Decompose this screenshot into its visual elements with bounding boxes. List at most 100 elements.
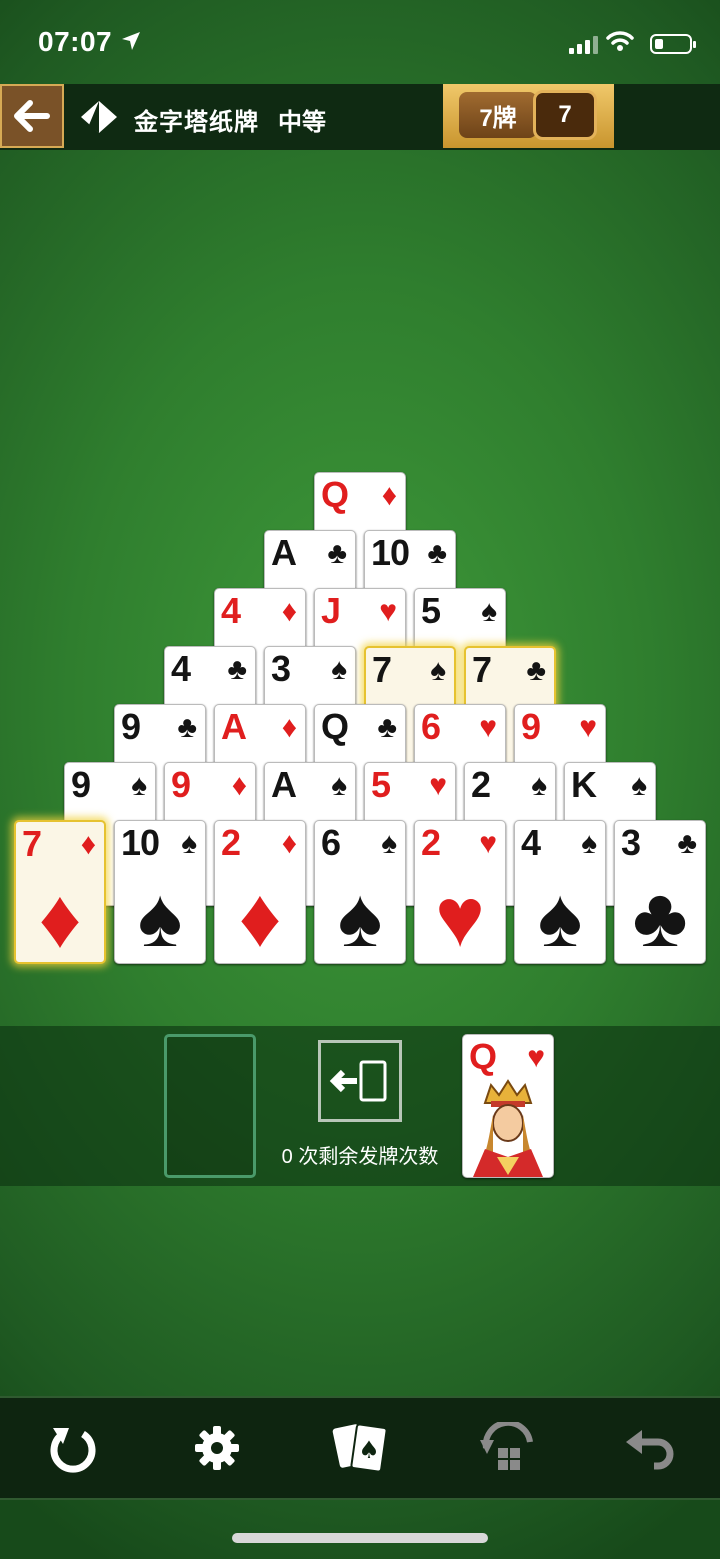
card-suit: ♦ <box>80 828 96 861</box>
card-rank: 3 <box>271 648 291 689</box>
difficulty-label: 中等 <box>278 109 326 136</box>
card-suit: ♣ <box>177 711 197 744</box>
card-rank: A <box>271 532 297 573</box>
card-rank: K <box>571 764 597 805</box>
card-suit: ♠ <box>531 769 547 802</box>
location-arrow-icon <box>120 30 142 58</box>
new-deal-icon: ♠ <box>332 1423 388 1473</box>
card-suit-large: ♥ <box>435 870 485 964</box>
pyramid-card[interactable]: 6 ♠ ♠ <box>314 820 406 964</box>
card-rank: 10 <box>121 822 160 863</box>
card-suit: ♥ <box>579 711 597 744</box>
card-suit: ♣ <box>526 654 546 687</box>
card-suit-large: ♣ <box>632 870 688 964</box>
card-suit: ♠ <box>481 595 497 628</box>
status-bar: 07:07 <box>0 0 720 84</box>
card-suit: ♦ <box>281 595 297 628</box>
card-suit: ♠ <box>631 769 647 802</box>
arrow-left-icon <box>14 100 50 132</box>
card-rank: 6 <box>421 706 441 747</box>
card-suit: ♥ <box>379 595 397 628</box>
card-suit: ♠ <box>331 769 347 802</box>
card-rank: 7 <box>22 823 42 864</box>
card-rank: 5 <box>371 764 391 805</box>
hint-button[interactable] <box>478 1418 538 1478</box>
restart-icon <box>50 1428 96 1473</box>
card-rank: 2 <box>471 764 491 805</box>
pyramid-card[interactable]: 2 ♥ ♥ <box>414 820 506 964</box>
card-rank: 7 <box>372 649 392 690</box>
card-rank: Q <box>469 1036 497 1077</box>
card-suit: ♠ <box>581 827 597 860</box>
card-suit: ♠ <box>430 654 446 687</box>
card-rank: 5 <box>421 590 441 631</box>
card-suit: ♠ <box>381 827 397 860</box>
top-bar: 金字塔纸牌 中等 7牌 7 <box>0 84 720 150</box>
card-suit: ♣ <box>377 711 397 744</box>
card-rank: Q <box>321 474 349 515</box>
card-suit: ♣ <box>677 827 697 860</box>
pyramid-game-icon <box>80 100 118 139</box>
card-suit: ♥ <box>479 711 497 744</box>
pyramid-card[interactable]: 10 ♠ ♠ <box>114 820 206 964</box>
card-suit: ♠ <box>331 653 347 686</box>
waste-card[interactable]: Q ♥ <box>462 1034 554 1178</box>
card-rank: 9 <box>71 764 91 805</box>
new-deal-button[interactable]: ♠ <box>330 1418 390 1478</box>
mode-value: 7 <box>533 90 597 140</box>
card-suit: ♠ <box>181 827 197 860</box>
svg-text:♠: ♠ <box>358 1436 380 1464</box>
card-rank: 9 <box>521 706 541 747</box>
card-suit-large: ♦ <box>238 870 282 964</box>
recycle-icon <box>329 1060 387 1102</box>
card-suit-large: ♠ <box>337 870 383 964</box>
mode-label: 7牌 <box>459 92 537 138</box>
card-rank: 4 <box>171 648 191 689</box>
card-rank: 6 <box>321 822 341 863</box>
pyramid-card[interactable]: 4 ♠ ♠ <box>514 820 606 964</box>
redeals-remaining: 0 次剩余发牌次数 <box>281 1146 439 1168</box>
card-rank: 2 <box>221 822 241 863</box>
card-rank: 9 <box>171 764 191 805</box>
bottom-toolbar: ♠ <box>0 1396 720 1500</box>
card-rank: 10 <box>371 532 410 573</box>
card-rank: A <box>271 764 297 805</box>
settings-icon <box>195 1426 239 1470</box>
card-suit-large: ♠ <box>537 870 583 964</box>
cellular-signal-icon <box>569 36 598 54</box>
undo-button[interactable] <box>620 1418 680 1478</box>
pyramid-card[interactable]: 7 ♦ ♦ <box>14 820 106 964</box>
card-suit: ♦ <box>281 711 297 744</box>
pyramid-card[interactable]: 2 ♦ ♦ <box>214 820 306 964</box>
card-suit-large: ♦ <box>38 871 82 964</box>
back-button[interactable] <box>0 84 64 148</box>
settings-button[interactable] <box>187 1418 247 1478</box>
card-rank: 7 <box>472 649 492 690</box>
card-rank: Q <box>321 706 349 747</box>
card-suit: ♥ <box>527 1041 545 1074</box>
card-suit: ♣ <box>327 537 347 570</box>
mode-indicator[interactable]: 7牌 7 <box>443 84 614 148</box>
card-suit: ♦ <box>381 479 397 512</box>
wifi-icon <box>606 30 634 57</box>
queen-portrait-icon <box>473 1079 543 1177</box>
restart-button[interactable] <box>43 1418 103 1478</box>
game-title: 金字塔纸牌 <box>134 109 259 136</box>
card-rank: 9 <box>121 706 141 747</box>
card-suit: ♠ <box>131 769 147 802</box>
undo-icon <box>626 1430 674 1470</box>
pyramid-card[interactable]: 3 ♣ ♣ <box>614 820 706 964</box>
card-suit: ♣ <box>427 537 447 570</box>
card-rank: 2 <box>421 822 441 863</box>
card-rank: A <box>221 706 247 747</box>
card-suit: ♦ <box>231 769 247 802</box>
battery-icon <box>650 34 696 54</box>
card-rank: 3 <box>621 822 641 863</box>
card-suit-large: ♠ <box>137 870 183 964</box>
card-rank: 4 <box>221 590 241 631</box>
recycle-stock-button[interactable] <box>318 1040 402 1122</box>
home-indicator <box>232 1533 488 1543</box>
card-rank: 4 <box>521 822 541 863</box>
card-suit: ♣ <box>227 653 247 686</box>
status-time: 07:07 <box>38 26 113 57</box>
